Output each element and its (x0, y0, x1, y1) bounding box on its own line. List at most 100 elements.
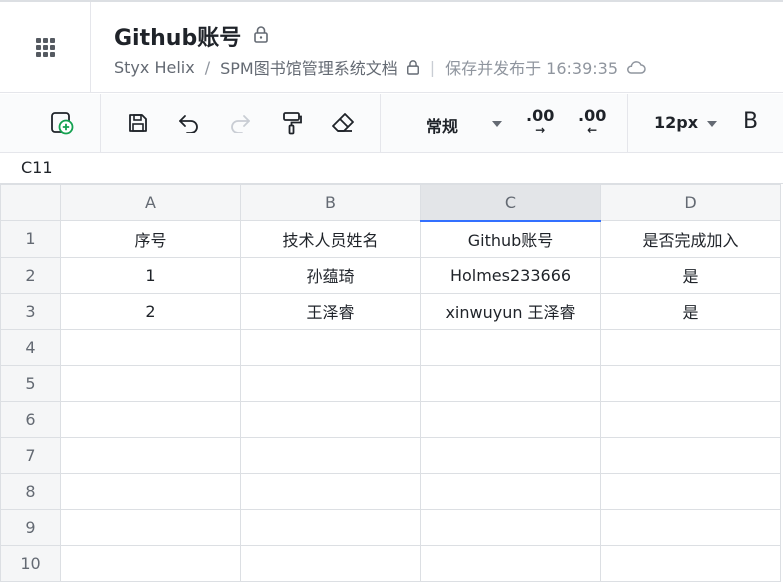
cell-c1[interactable]: Github账号 (420, 220, 601, 258)
cell-a7[interactable] (60, 436, 241, 474)
cell-a3[interactable]: 2 (60, 292, 241, 330)
breadcrumb-owner[interactable]: Styx Helix (114, 58, 195, 77)
cell-a8[interactable] (60, 472, 241, 510)
cell-b6[interactable] (240, 400, 421, 438)
app-menu-button[interactable] (0, 2, 91, 92)
cell-d2[interactable]: 是 (600, 256, 781, 294)
column-header-c[interactable]: C (420, 184, 601, 222)
cell-reference[interactable]: C11 (21, 158, 53, 177)
cell-c2[interactable]: Holmes233666 (420, 256, 601, 294)
table-row: 7 (0, 436, 781, 474)
lock-icon[interactable] (253, 25, 269, 47)
column-header-a[interactable]: A (60, 184, 241, 221)
cell-c7[interactable] (420, 436, 601, 474)
increase-decimal-button[interactable]: .00 → (526, 108, 554, 137)
table-row: 8 (0, 472, 781, 510)
cell-c4[interactable] (420, 328, 601, 366)
save-status: 保存并发布于 16:39:35 (445, 59, 619, 78)
row-header[interactable]: 9 (0, 508, 61, 546)
app-menu-icon (35, 37, 55, 57)
cell-reference-bar: C11 (0, 153, 783, 184)
cell-c3[interactable]: xinwuyun 王泽睿 (420, 292, 601, 330)
row-header[interactable]: 2 (0, 256, 61, 294)
eraser-icon (332, 113, 354, 132)
cell-b1[interactable]: 技术人员姓名 (240, 220, 421, 258)
cell-d9[interactable] (600, 508, 781, 546)
select-all-corner[interactable] (0, 184, 61, 221)
number-format-select[interactable]: 常规 (426, 113, 458, 137)
cell-a4[interactable] (60, 328, 241, 366)
cell-c6[interactable] (420, 400, 601, 438)
clear-format-button[interactable] (327, 107, 359, 139)
spreadsheet-grid: A B C D 1 序号 技术人员姓名 Github账号 是否完成加入 2 1 … (0, 184, 781, 582)
save-button[interactable] (122, 107, 154, 139)
format-painter-icon (283, 112, 302, 135)
cell-d3[interactable]: 是 (600, 292, 781, 330)
cell-c9[interactable] (420, 508, 601, 546)
row-header[interactable]: 4 (0, 328, 61, 366)
cell-b3[interactable]: 王泽睿 (240, 292, 421, 330)
font-size-select[interactable]: 12px (654, 113, 698, 132)
table-row: 6 (0, 400, 781, 438)
cell-b2[interactable]: 孙蕴琦 (240, 256, 421, 294)
cell-d4[interactable] (600, 328, 781, 366)
row-header[interactable]: 3 (0, 292, 61, 330)
cell-d6[interactable] (600, 400, 781, 438)
cell-b7[interactable] (240, 436, 421, 474)
table-row: 9 (0, 508, 781, 546)
row-header[interactable]: 8 (0, 472, 61, 510)
cell-d7[interactable] (600, 436, 781, 474)
cell-d1[interactable]: 是否完成加入 (600, 220, 781, 258)
arrow-left-icon: ← (587, 123, 598, 137)
add-sheet-button[interactable] (46, 107, 78, 139)
status-divider: | (429, 57, 436, 77)
redo-icon (231, 115, 250, 133)
cell-c5[interactable] (420, 364, 601, 402)
breadcrumb-folder[interactable]: SPM图书馆管理系统文档 (220, 55, 398, 79)
table-row: 5 (0, 364, 781, 402)
cell-a6[interactable] (60, 400, 241, 438)
cell-c10[interactable] (420, 544, 601, 582)
cell-a1[interactable]: 序号 (60, 220, 241, 258)
cloud-icon (626, 60, 646, 74)
toolbar-divider (627, 94, 628, 152)
redo-button[interactable] (224, 107, 256, 139)
cell-a9[interactable] (60, 508, 241, 546)
breadcrumb-separator: / (204, 57, 211, 77)
chevron-down-icon[interactable] (492, 121, 502, 127)
cell-d8[interactable] (600, 472, 781, 510)
undo-button[interactable] (173, 107, 205, 139)
page-title[interactable]: Github账号 (114, 20, 241, 52)
row-header[interactable]: 5 (0, 364, 61, 402)
folder-lock-icon (406, 59, 420, 75)
cell-a10[interactable] (60, 544, 241, 582)
chevron-down-icon[interactable] (707, 121, 717, 127)
cell-d5[interactable] (600, 364, 781, 402)
row-header[interactable]: 6 (0, 400, 61, 438)
format-painter-button[interactable] (276, 107, 308, 139)
bold-button[interactable]: B (743, 109, 758, 134)
document-header: Github账号 Styx Helix / SPM图书馆管理系统文档 | 保存并… (0, 2, 783, 93)
cell-b5[interactable] (240, 364, 421, 402)
cell-d10[interactable] (600, 544, 781, 582)
breadcrumb: Styx Helix / SPM图书馆管理系统文档 | 保存并发布于 16:39… (114, 55, 646, 79)
table-row: 2 1 孙蕴琦 Holmes233666 是 (0, 256, 781, 294)
undo-icon (179, 115, 198, 133)
table-row: 1 序号 技术人员姓名 Github账号 是否完成加入 (0, 220, 781, 258)
cell-a2[interactable]: 1 (60, 256, 241, 294)
row-header[interactable]: 10 (0, 544, 61, 582)
column-header-b[interactable]: B (240, 184, 421, 221)
toolbar: 常规 .00 → .00 ← 12px B (0, 94, 783, 153)
cell-b8[interactable] (240, 472, 421, 510)
cell-b9[interactable] (240, 508, 421, 546)
row-header[interactable]: 7 (0, 436, 61, 474)
add-sheet-icon (51, 112, 74, 135)
cell-a5[interactable] (60, 364, 241, 402)
cell-b10[interactable] (240, 544, 421, 582)
cell-c8[interactable] (420, 472, 601, 510)
cell-b4[interactable] (240, 328, 421, 366)
decrease-decimal-button[interactable]: .00 ← (578, 108, 606, 137)
row-header[interactable]: 1 (0, 220, 61, 258)
column-header-d[interactable]: D (600, 184, 781, 221)
table-row: 10 (0, 544, 781, 582)
